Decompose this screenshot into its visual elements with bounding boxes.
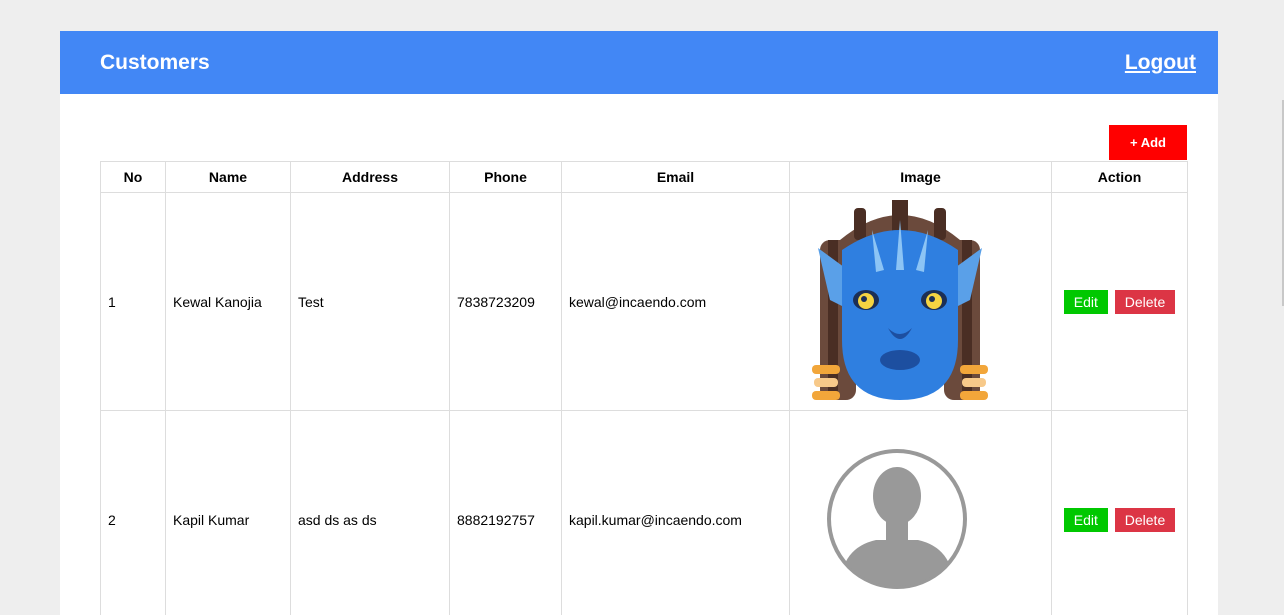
customers-table: No Name Address Phone Email Image Action… [100,161,1188,615]
cell-name: Kewal Kanojia [165,192,291,411]
cell-image [789,410,1052,615]
table-row: 2 Kapil Kumar asd ds as ds 8882192757 ka… [100,410,1188,615]
cell-address: Test [290,192,450,411]
cell-action: Edit Delete [1051,192,1188,411]
column-header-phone: Phone [449,161,562,193]
cell-name: Kapil Kumar [165,410,291,615]
cell-phone: 8882192757 [449,410,562,615]
column-header-no: No [100,161,166,193]
logout-link[interactable]: Logout [1125,51,1196,75]
customers-app: Customers Logout + Add No Name Address P… [60,31,1218,615]
page-title: Customers [100,51,210,74]
column-header-address: Address [290,161,450,193]
cell-no: 2 [100,410,166,615]
cell-address: asd ds as ds [290,410,450,615]
delete-button[interactable]: Delete [1114,507,1176,532]
cell-image [789,192,1052,411]
app-header: Customers Logout [60,31,1218,94]
column-header-name: Name [165,161,291,193]
edit-button[interactable]: Edit [1063,507,1108,532]
add-customer-button[interactable]: + Add [1109,125,1187,160]
table-row: 1 Kewal Kanojia Test 7838723209 kewal@in… [100,192,1188,411]
column-header-action: Action [1051,161,1188,193]
avatar-character-icon [812,200,988,400]
delete-button[interactable]: Delete [1114,289,1176,314]
edit-button[interactable]: Edit [1063,289,1108,314]
cell-phone: 7838723209 [449,192,562,411]
table-header-row: No Name Address Phone Email Image Action [100,161,1188,193]
default-user-icon [827,449,967,589]
cell-no: 1 [100,192,166,411]
cell-email: kewal@incaendo.com [561,192,790,411]
cell-email: kapil.kumar@incaendo.com [561,410,790,615]
cell-action: Edit Delete [1051,410,1188,615]
column-header-email: Email [561,161,790,193]
column-header-image: Image [789,161,1052,193]
